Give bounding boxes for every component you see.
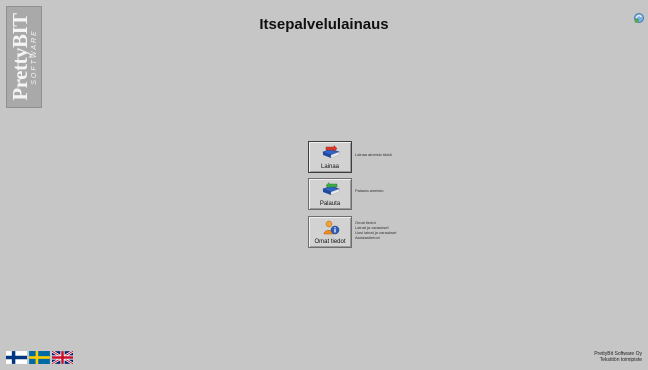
borrow-description: Lainaa aineisto tästä (355, 152, 392, 157)
borrow-button-label: Lainaa (320, 164, 340, 170)
page-title: Itsepalvelulainaus (259, 16, 389, 33)
refresh-icon[interactable] (634, 13, 644, 23)
sweden-flag-icon[interactable] (29, 351, 50, 364)
my-info-description: Omat tiedot Lainat ja varaukset Uusi lai… (355, 220, 396, 240)
borrow-button[interactable]: Lainaa (308, 141, 352, 173)
my-info-button[interactable]: Omat tiedot (308, 216, 352, 248)
uk-flag-icon[interactable] (52, 351, 73, 364)
my-info-description-line: Asiakastietoni (355, 235, 380, 240)
return-button[interactable]: Palauta (308, 178, 352, 210)
finland-flag-icon[interactable] (6, 351, 27, 364)
return-button-label: Palauta (319, 201, 341, 207)
my-info-button-label: Omat tiedot (314, 239, 346, 245)
return-description-line: Palauta aineisto (355, 188, 384, 193)
footer-template: Tekstitön toimipiste (599, 357, 642, 363)
return-description: Palauta aineisto (355, 188, 383, 193)
book-arrow-icon (322, 145, 340, 159)
borrow-description-line: Lainaa aineisto tästä (355, 152, 392, 157)
book-return-icon (322, 182, 340, 196)
footer: PrettyBit Software Oy Tekstitön toimipis… (594, 351, 642, 363)
language-selector (6, 351, 73, 364)
user-info-icon (323, 220, 340, 235)
